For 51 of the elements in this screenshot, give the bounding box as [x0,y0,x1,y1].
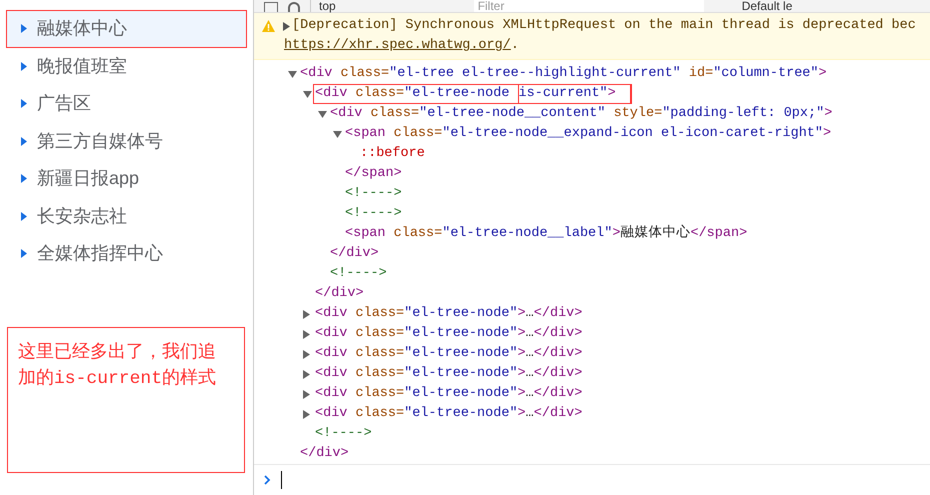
tree-item[interactable]: 长安杂志社 [6,198,247,235]
tree-item[interactable]: 广告区 [6,85,247,122]
dom-line: <div class="el-tree-node">…</div> [315,385,582,404]
dom-line: ::before [360,145,425,164]
prompt-chevron-icon [264,475,271,486]
dom-line: </div> [300,445,349,464]
dom-line: <!----> [315,425,372,444]
tree-item[interactable]: 全媒体指挥中心 [6,235,247,272]
expanded-arrow-icon[interactable] [333,130,345,138]
caret-right-icon [21,136,27,146]
dom-line: <span class="el-tree-node__expand-icon el-icon-caret-right"> [345,125,832,144]
dom-line: </div> [315,285,364,304]
caret-right-icon [21,24,27,34]
expand-arrow-icon[interactable] [283,22,290,31]
warning-icon [262,20,275,32]
expanded-arrow-icon[interactable] [288,70,300,78]
dom-line: <div class="el-tree-node">…</div> [315,365,582,384]
dom-line: <div class="el-tree-node [315,85,510,104]
filter-field[interactable]: Filter [474,0,704,12]
caret-right-icon [21,212,27,221]
highlighted-class: is-current"> [518,84,631,104]
link[interactable]: https://xhr.spec.whatwg.org/ [284,36,511,56]
dom-line: <div class="el-tree-node">…</div> [315,405,582,424]
caret-right-icon [21,99,27,108]
dom-line: <!----> [330,265,387,284]
annotation-note: 这里已经多出了，我们追加的is-current的样式 [18,340,218,390]
dom-line: <div class="el-tree-node__content" style="padding-left: 0px;"> [330,105,832,124]
dom-line: </span> [345,165,402,184]
punctuation: . [510,37,519,56]
expanded-arrow-icon[interactable] [303,90,315,98]
expanded-arrow-icon[interactable] [318,110,330,118]
context-select[interactable]: top [310,0,344,12]
dom-line: <span class="el-tree-node__label">融媒体中心</span> [345,224,748,244]
tree-item[interactable]: 第三方自媒体号 [6,122,247,160]
tree-item[interactable]: 新疆日报app [6,160,247,198]
tree-item[interactable]: 融媒体中心 [6,10,247,48]
caret-right-icon [21,249,27,258]
dom-line: <div class="el-tree-node">…</div> [315,325,582,344]
caret-right-icon [21,62,27,71]
dom-line: <!----> [345,205,402,224]
caret-right-icon [21,174,27,184]
tree-item[interactable]: 晚报值班室 [6,48,247,85]
levels-select[interactable]: Default le [742,0,792,12]
panel-icon[interactable] [264,2,278,12]
dom-line: <div class="el-tree-node">…</div> [315,305,582,324]
dom-line: <!----> [345,185,402,204]
text-cursor [281,471,282,490]
dom-line: </div> [330,245,379,264]
warning-message: [Deprecation] Synchronous XMLHttpRequest on the main thread is deprecated bec [292,17,916,36]
dom-line: <div class="el-tree-node">…</div> [315,345,582,364]
dom-line: <div class="el-tree el-tree--highlight-current" id="column-tree"> [300,65,827,84]
